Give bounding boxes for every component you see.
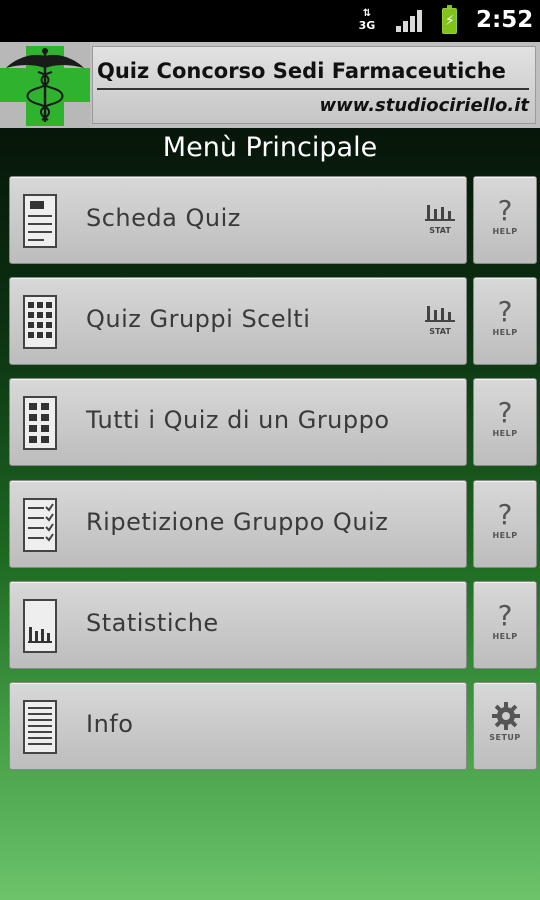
page-title: Menù Principale (162, 132, 378, 163)
menu-row: Scheda Quiz STAT ? HELP (0, 176, 540, 264)
setup-label: SETUP (489, 733, 521, 742)
website-label: www.studiociriello.it (319, 95, 529, 116)
help-label: HELP (492, 429, 518, 438)
help-button[interactable]: ? HELP (473, 581, 537, 669)
menu-row: Info SETUP (0, 682, 540, 770)
caduceus-icon (6, 48, 84, 122)
battery-charging-icon: ⚡ (442, 5, 457, 34)
app-title-box: Quiz Concorso Sedi Farmaceutiche www.stu… (92, 46, 536, 124)
menu-item-label: Ripetizione Gruppo Quiz (86, 508, 389, 536)
scheda-quiz-button[interactable]: Scheda Quiz STAT (9, 176, 467, 264)
question-mark-icon: ? (497, 396, 513, 429)
setup-button[interactable]: SETUP (473, 682, 537, 770)
menu-row: Quiz Gruppi Scelti STAT ? HELP (0, 277, 540, 365)
statistiche-button[interactable]: Statistiche (9, 581, 467, 669)
menu-item-label: Scheda Quiz (86, 204, 241, 232)
app-title: Quiz Concorso Sedi Farmaceutiche (97, 59, 506, 83)
help-label: HELP (492, 328, 518, 337)
title-divider (97, 88, 529, 90)
menu-item-label: Quiz Gruppi Scelti (86, 305, 311, 333)
grid-checklist-icon (23, 295, 57, 349)
help-button[interactable]: ? HELP (473, 378, 537, 466)
gear-icon (492, 702, 520, 730)
question-mark-icon: ? (497, 295, 513, 328)
question-mark-icon: ? (497, 498, 513, 531)
bar-chart-icon (23, 599, 57, 653)
help-label: HELP (492, 632, 518, 641)
svg-text:STAT: STAT (429, 327, 451, 336)
help-label: HELP (492, 227, 518, 236)
checklist-icon (23, 498, 57, 552)
menu-row: Statistiche ? HELP (0, 581, 540, 669)
quiz-sheet-icon (23, 194, 57, 248)
ripetizione-gruppo-quiz-button[interactable]: Ripetizione Gruppo Quiz (9, 480, 467, 568)
help-button[interactable]: ? HELP (473, 277, 537, 365)
signal-strength-icon (396, 10, 424, 32)
app-header: Quiz Concorso Sedi Farmaceutiche www.stu… (0, 42, 540, 128)
info-button[interactable]: Info (9, 682, 467, 770)
tutti-i-quiz-button[interactable]: Tutti i Quiz di un Gruppo (9, 378, 467, 466)
menu-row: Ripetizione Gruppo Quiz ? HELP (0, 480, 540, 568)
menu-row: Tutti i Quiz di un Gruppo ? HELP (0, 378, 540, 466)
question-mark-icon: ? (497, 194, 513, 227)
status-clock: 2:52 (476, 7, 534, 33)
stat-icon[interactable]: STAT (424, 304, 458, 338)
help-button[interactable]: ? HELP (473, 176, 537, 264)
help-button[interactable]: ? HELP (473, 480, 537, 568)
menu-item-label: Info (86, 710, 134, 738)
quiz-gruppi-scelti-button[interactable]: Quiz Gruppi Scelti STAT (9, 277, 467, 365)
grid-list-icon (23, 396, 57, 450)
document-icon (23, 700, 57, 754)
stat-icon[interactable]: STAT (424, 203, 458, 237)
question-mark-icon: ? (497, 599, 513, 632)
pharmacy-cross-logo (0, 42, 90, 128)
help-label: HELP (492, 531, 518, 540)
network-3g-icon: ⇅ 3G (358, 8, 376, 32)
svg-text:STAT: STAT (429, 226, 451, 235)
menu-item-label: Tutti i Quiz di un Gruppo (86, 406, 390, 434)
status-bar: ⇅ 3G ⚡ 2:52 (0, 0, 540, 42)
menu-item-label: Statistiche (86, 609, 219, 637)
